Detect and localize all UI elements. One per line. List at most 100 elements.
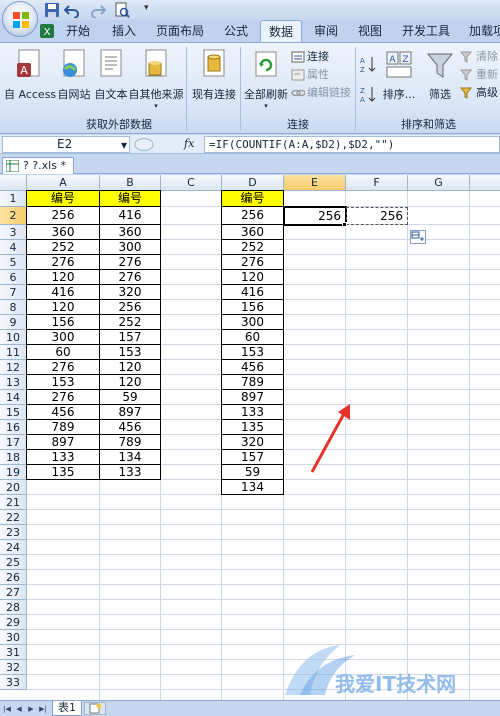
- row-header-33[interactable]: 33: [0, 675, 27, 690]
- row-header-2[interactable]: 2: [0, 207, 27, 225]
- spreadsheet-grid[interactable]: ABCDEFGH12345678910111213141516171819202…: [0, 175, 500, 700]
- row-header-12[interactable]: 12: [0, 360, 27, 375]
- cell-col_a[interactable]: 156: [26, 314, 100, 330]
- row-header-32[interactable]: 32: [0, 660, 27, 675]
- cell-col_b[interactable]: 59: [99, 389, 161, 405]
- from-other-sources-button[interactable]: 自其他来源 ▾: [128, 49, 184, 110]
- cell-col_d[interactable]: 252: [221, 239, 284, 255]
- cell-col_d[interactable]: 135: [221, 419, 284, 435]
- cell-col_b[interactable]: 120: [99, 374, 161, 390]
- cell-col_a[interactable]: 300: [26, 329, 100, 345]
- row-header-28[interactable]: 28: [0, 600, 27, 615]
- cell-col_a[interactable]: 276: [26, 389, 100, 405]
- row-header-18[interactable]: 18: [0, 450, 27, 465]
- cell-col_a[interactable]: 153: [26, 374, 100, 390]
- cell-col_a[interactable]: 252: [26, 239, 100, 255]
- column-header-h[interactable]: H: [470, 175, 500, 191]
- tab-6[interactable]: 视图: [350, 20, 390, 42]
- column-header-b[interactable]: B: [100, 175, 161, 191]
- row-header-13[interactable]: 13: [0, 375, 27, 390]
- row-header-7[interactable]: 7: [0, 285, 27, 300]
- row-header-24[interactable]: 24: [0, 540, 27, 555]
- tab-8[interactable]: 加载项: [462, 20, 500, 42]
- tab-0[interactable]: 开始: [58, 20, 98, 42]
- from-web-button[interactable]: 自网站: [56, 49, 92, 102]
- column-header-d[interactable]: D: [222, 175, 284, 191]
- cell-col_a[interactable]: 120: [26, 299, 100, 315]
- clear-filter-button[interactable]: 清除: [460, 49, 500, 65]
- formula-bar-splitter-icon[interactable]: [134, 137, 154, 152]
- cell-col_a[interactable]: 133: [26, 449, 100, 465]
- cell-col_b[interactable]: 300: [99, 239, 161, 255]
- cell-col_b[interactable]: 252: [99, 314, 161, 330]
- cell-col_a[interactable]: 60: [26, 344, 100, 360]
- tab-3[interactable]: 公式: [216, 20, 256, 42]
- column-header-g[interactable]: G: [408, 175, 470, 191]
- insert-function-icon[interactable]: fx: [184, 137, 194, 150]
- office-button[interactable]: [2, 1, 38, 37]
- cell-col_d[interactable]: 256: [221, 206, 284, 225]
- cell-col_b[interactable]: 133: [99, 464, 161, 480]
- cell-header-col_b[interactable]: 编号: [99, 190, 161, 207]
- sort-descending-icon[interactable]: ZA: [360, 85, 376, 103]
- cell-col_d[interactable]: 120: [221, 269, 284, 285]
- row-header-23[interactable]: 23: [0, 525, 27, 540]
- advanced-filter-button[interactable]: 高级: [460, 85, 500, 101]
- last-sheet-icon[interactable]: ▶|: [38, 703, 48, 715]
- cell-col_d[interactable]: 59: [221, 464, 284, 480]
- cell-col_d[interactable]: 60: [221, 329, 284, 345]
- row-header-3[interactable]: 3: [0, 225, 27, 240]
- row-header-19[interactable]: 19: [0, 465, 27, 480]
- insert-sheet-button[interactable]: [84, 702, 106, 715]
- tab-5[interactable]: 审阅: [306, 20, 346, 42]
- cell-col_d[interactable]: 897: [221, 389, 284, 405]
- cell-col_d[interactable]: 320: [221, 434, 284, 450]
- row-header-17[interactable]: 17: [0, 435, 27, 450]
- name-box[interactable]: E2: [2, 136, 130, 153]
- row-header-27[interactable]: 27: [0, 585, 27, 600]
- sheet-tab-1[interactable]: 表1: [52, 701, 82, 716]
- next-sheet-icon[interactable]: ▶: [26, 703, 36, 715]
- row-header-5[interactable]: 5: [0, 255, 27, 270]
- sort-button[interactable]: AZ 排序...: [380, 49, 418, 102]
- cell-col_b[interactable]: 134: [99, 449, 161, 465]
- from-text-button[interactable]: 自文本: [94, 49, 128, 102]
- cell-col_d[interactable]: 156: [221, 299, 284, 315]
- cell-col_a[interactable]: 135: [26, 464, 100, 480]
- cell-col_b[interactable]: 360: [99, 224, 161, 240]
- cell-col_d[interactable]: 153: [221, 344, 284, 360]
- row-header-14[interactable]: 14: [0, 390, 27, 405]
- cell-col_a[interactable]: 276: [26, 254, 100, 270]
- name-box-dropdown-icon[interactable]: ▼: [121, 141, 127, 150]
- edit-links-button[interactable]: 编辑链接: [291, 85, 353, 101]
- cell-col_d[interactable]: 276: [221, 254, 284, 270]
- column-header-a[interactable]: A: [27, 175, 100, 191]
- sort-ascending-icon[interactable]: AZ: [360, 55, 376, 73]
- cell-col_b[interactable]: 789: [99, 434, 161, 450]
- tab-1[interactable]: 插入: [104, 20, 144, 42]
- prev-sheet-icon[interactable]: ◀: [14, 703, 24, 715]
- redo-icon[interactable]: [90, 2, 106, 18]
- select-all-corner[interactable]: [0, 175, 27, 191]
- row-header-21[interactable]: 21: [0, 495, 27, 510]
- row-header-4[interactable]: 4: [0, 240, 27, 255]
- cell-col_d[interactable]: 360: [221, 224, 284, 240]
- cell-col_b[interactable]: 276: [99, 269, 161, 285]
- cell-col_a[interactable]: 276: [26, 359, 100, 375]
- cell-col_a[interactable]: 789: [26, 419, 100, 435]
- cell-col_d[interactable]: 134: [221, 479, 284, 495]
- reapply-button[interactable]: 重新: [460, 67, 500, 83]
- cell-col_b[interactable]: 416: [99, 206, 161, 225]
- cell-col_a[interactable]: 456: [26, 404, 100, 420]
- cell-col_d[interactable]: 133: [221, 404, 284, 420]
- cell-col_d[interactable]: 157: [221, 449, 284, 465]
- fill-handle[interactable]: [342, 222, 347, 227]
- cell-col_d[interactable]: 789: [221, 374, 284, 390]
- cell-col_b[interactable]: 456: [99, 419, 161, 435]
- cell-col_a[interactable]: 256: [26, 206, 100, 225]
- row-header-6[interactable]: 6: [0, 270, 27, 285]
- row-header-8[interactable]: 8: [0, 300, 27, 315]
- row-header-25[interactable]: 25: [0, 555, 27, 570]
- undo-icon[interactable]: [64, 2, 80, 18]
- quick-access-more-icon[interactable]: ▾: [144, 3, 154, 19]
